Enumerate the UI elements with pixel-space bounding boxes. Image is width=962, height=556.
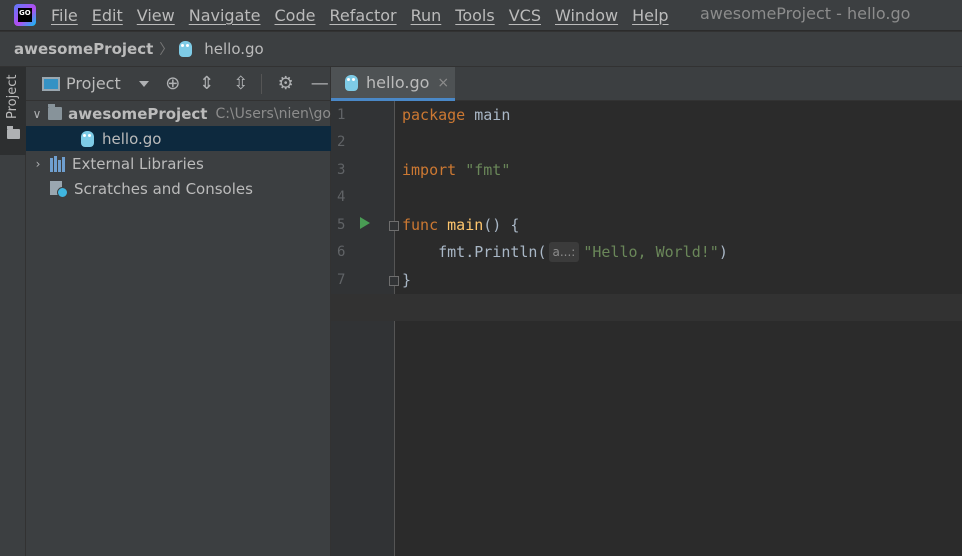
tree-item-label: Scratches and Consoles [74, 179, 253, 198]
project-panel-title[interactable]: Project [66, 74, 121, 93]
gear-icon[interactable]: ⚙ [276, 73, 296, 94]
logo-text: GO [18, 8, 32, 22]
folder-icon [7, 126, 20, 139]
code-line-1[interactable]: package main [402, 102, 510, 129]
project-panel-header: Project ⊕ ⇕ ⇳ ⚙ — [26, 67, 330, 101]
left-tool-strip: Project [0, 67, 26, 556]
breadcrumb: awesomeProject 〉 hello.go [0, 31, 962, 67]
parameter-hint: a...: [548, 242, 580, 262]
breadcrumb-file[interactable]: hello.go [204, 40, 263, 58]
menu-help[interactable]: Help [632, 6, 668, 25]
code-line-5[interactable]: func main() { [402, 212, 519, 239]
code-text: () { [483, 216, 520, 234]
code-text: } [402, 271, 412, 289]
menu-window[interactable]: Window [555, 6, 618, 25]
go-file-icon [81, 130, 94, 147]
go-file-icon [179, 41, 193, 57]
locate-target-icon[interactable]: ⊕ [163, 73, 183, 94]
code-area[interactable]: package main import "fmt" func main() { … [331, 101, 962, 556]
editor-tab-bar: hello.go × [331, 67, 962, 101]
string-literal: "fmt" [465, 161, 511, 179]
code-line-3[interactable]: import "fmt" [402, 157, 510, 184]
menu-file[interactable]: File [51, 6, 78, 25]
menu-vcs[interactable]: VCS [509, 6, 541, 25]
line-number: 4 [337, 189, 346, 205]
keyword: import [402, 161, 457, 179]
chevron-right-icon[interactable]: › [32, 157, 44, 171]
current-line-highlight [331, 294, 962, 321]
line-number: 2 [337, 134, 346, 150]
keyword: package [402, 106, 466, 124]
keyword: func [402, 216, 439, 234]
menu-edit[interactable]: Edit [92, 6, 123, 25]
menu-code[interactable]: Code [275, 6, 316, 25]
expand-all-icon[interactable]: ⇕ [197, 73, 217, 94]
menu-bar: GO File Edit View Navigate Code Refactor… [0, 0, 962, 30]
menu-tools[interactable]: Tools [455, 6, 494, 25]
function-name: main [447, 216, 484, 234]
code-line-6[interactable]: fmt.Println(a...: "Hello, World!") [402, 239, 728, 266]
code-line-7[interactable]: } [402, 267, 411, 294]
code-text: ) [718, 243, 728, 261]
go-file-icon [345, 74, 358, 91]
line-number: 3 [337, 162, 346, 178]
breadcrumb-project[interactable]: awesomeProject [14, 40, 153, 58]
library-icon [50, 155, 66, 172]
breadcrumb-separator-icon: 〉 [159, 42, 174, 58]
scratches-icon [50, 180, 68, 198]
chevron-down-icon[interactable]: ∨ [32, 107, 42, 121]
tree-item-awesome-project[interactable]: ∨ awesomeProject C:\Users\nien\go [26, 101, 331, 126]
tree-item-label: hello.go [102, 129, 162, 148]
collapse-all-icon[interactable]: ⇳ [231, 73, 251, 94]
menu-view[interactable]: View [137, 6, 175, 25]
line-number: 6 [337, 244, 346, 260]
tree-item-scratches[interactable]: Scratches and Consoles [26, 176, 331, 201]
line-gutter: 1 2 3 4 5 6 7 8 [331, 101, 399, 556]
close-icon[interactable]: × [437, 75, 449, 91]
line-number: 1 [337, 107, 346, 123]
editor: hello.go × 1 2 3 4 5 6 7 8 package main … [331, 67, 962, 556]
line-number: 5 [337, 217, 346, 233]
tree-item-external-libraries[interactable]: › External Libraries [26, 151, 331, 176]
tree-item-label: External Libraries [72, 154, 204, 173]
goland-logo-icon[interactable]: GO [14, 4, 36, 26]
project-tool-tab[interactable]: Project [0, 67, 26, 155]
menu-run[interactable]: Run [411, 6, 442, 25]
code-text: main [465, 106, 511, 124]
menu-navigate[interactable]: Navigate [189, 6, 261, 25]
line-number: 7 [337, 272, 346, 288]
tree-item-path: C:\Users\nien\go [215, 105, 331, 122]
run-icon[interactable] [360, 217, 370, 229]
window-title: awesomeProject - hello.go [700, 4, 911, 23]
project-tool-tab-label: Project [5, 74, 20, 119]
project-view-icon [42, 76, 60, 91]
folder-icon [48, 104, 63, 120]
chevron-down-icon[interactable] [138, 80, 149, 87]
project-panel: Project ⊕ ⇕ ⇳ ⚙ — ∨ awesomeProject C:\Us… [26, 67, 331, 556]
code-text: fmt.Println( [402, 243, 547, 261]
minimize-icon[interactable]: — [310, 73, 330, 94]
tree-item-hello-go[interactable]: hello.go [26, 126, 331, 151]
toolbar-divider [260, 73, 262, 94]
string-literal: "Hello, World!" [583, 243, 719, 261]
tree-item-label: awesomeProject [68, 104, 208, 123]
menu-refactor[interactable]: Refactor [329, 6, 396, 25]
tab-hello-go[interactable]: hello.go × [331, 67, 455, 101]
tab-label: hello.go [366, 73, 430, 92]
